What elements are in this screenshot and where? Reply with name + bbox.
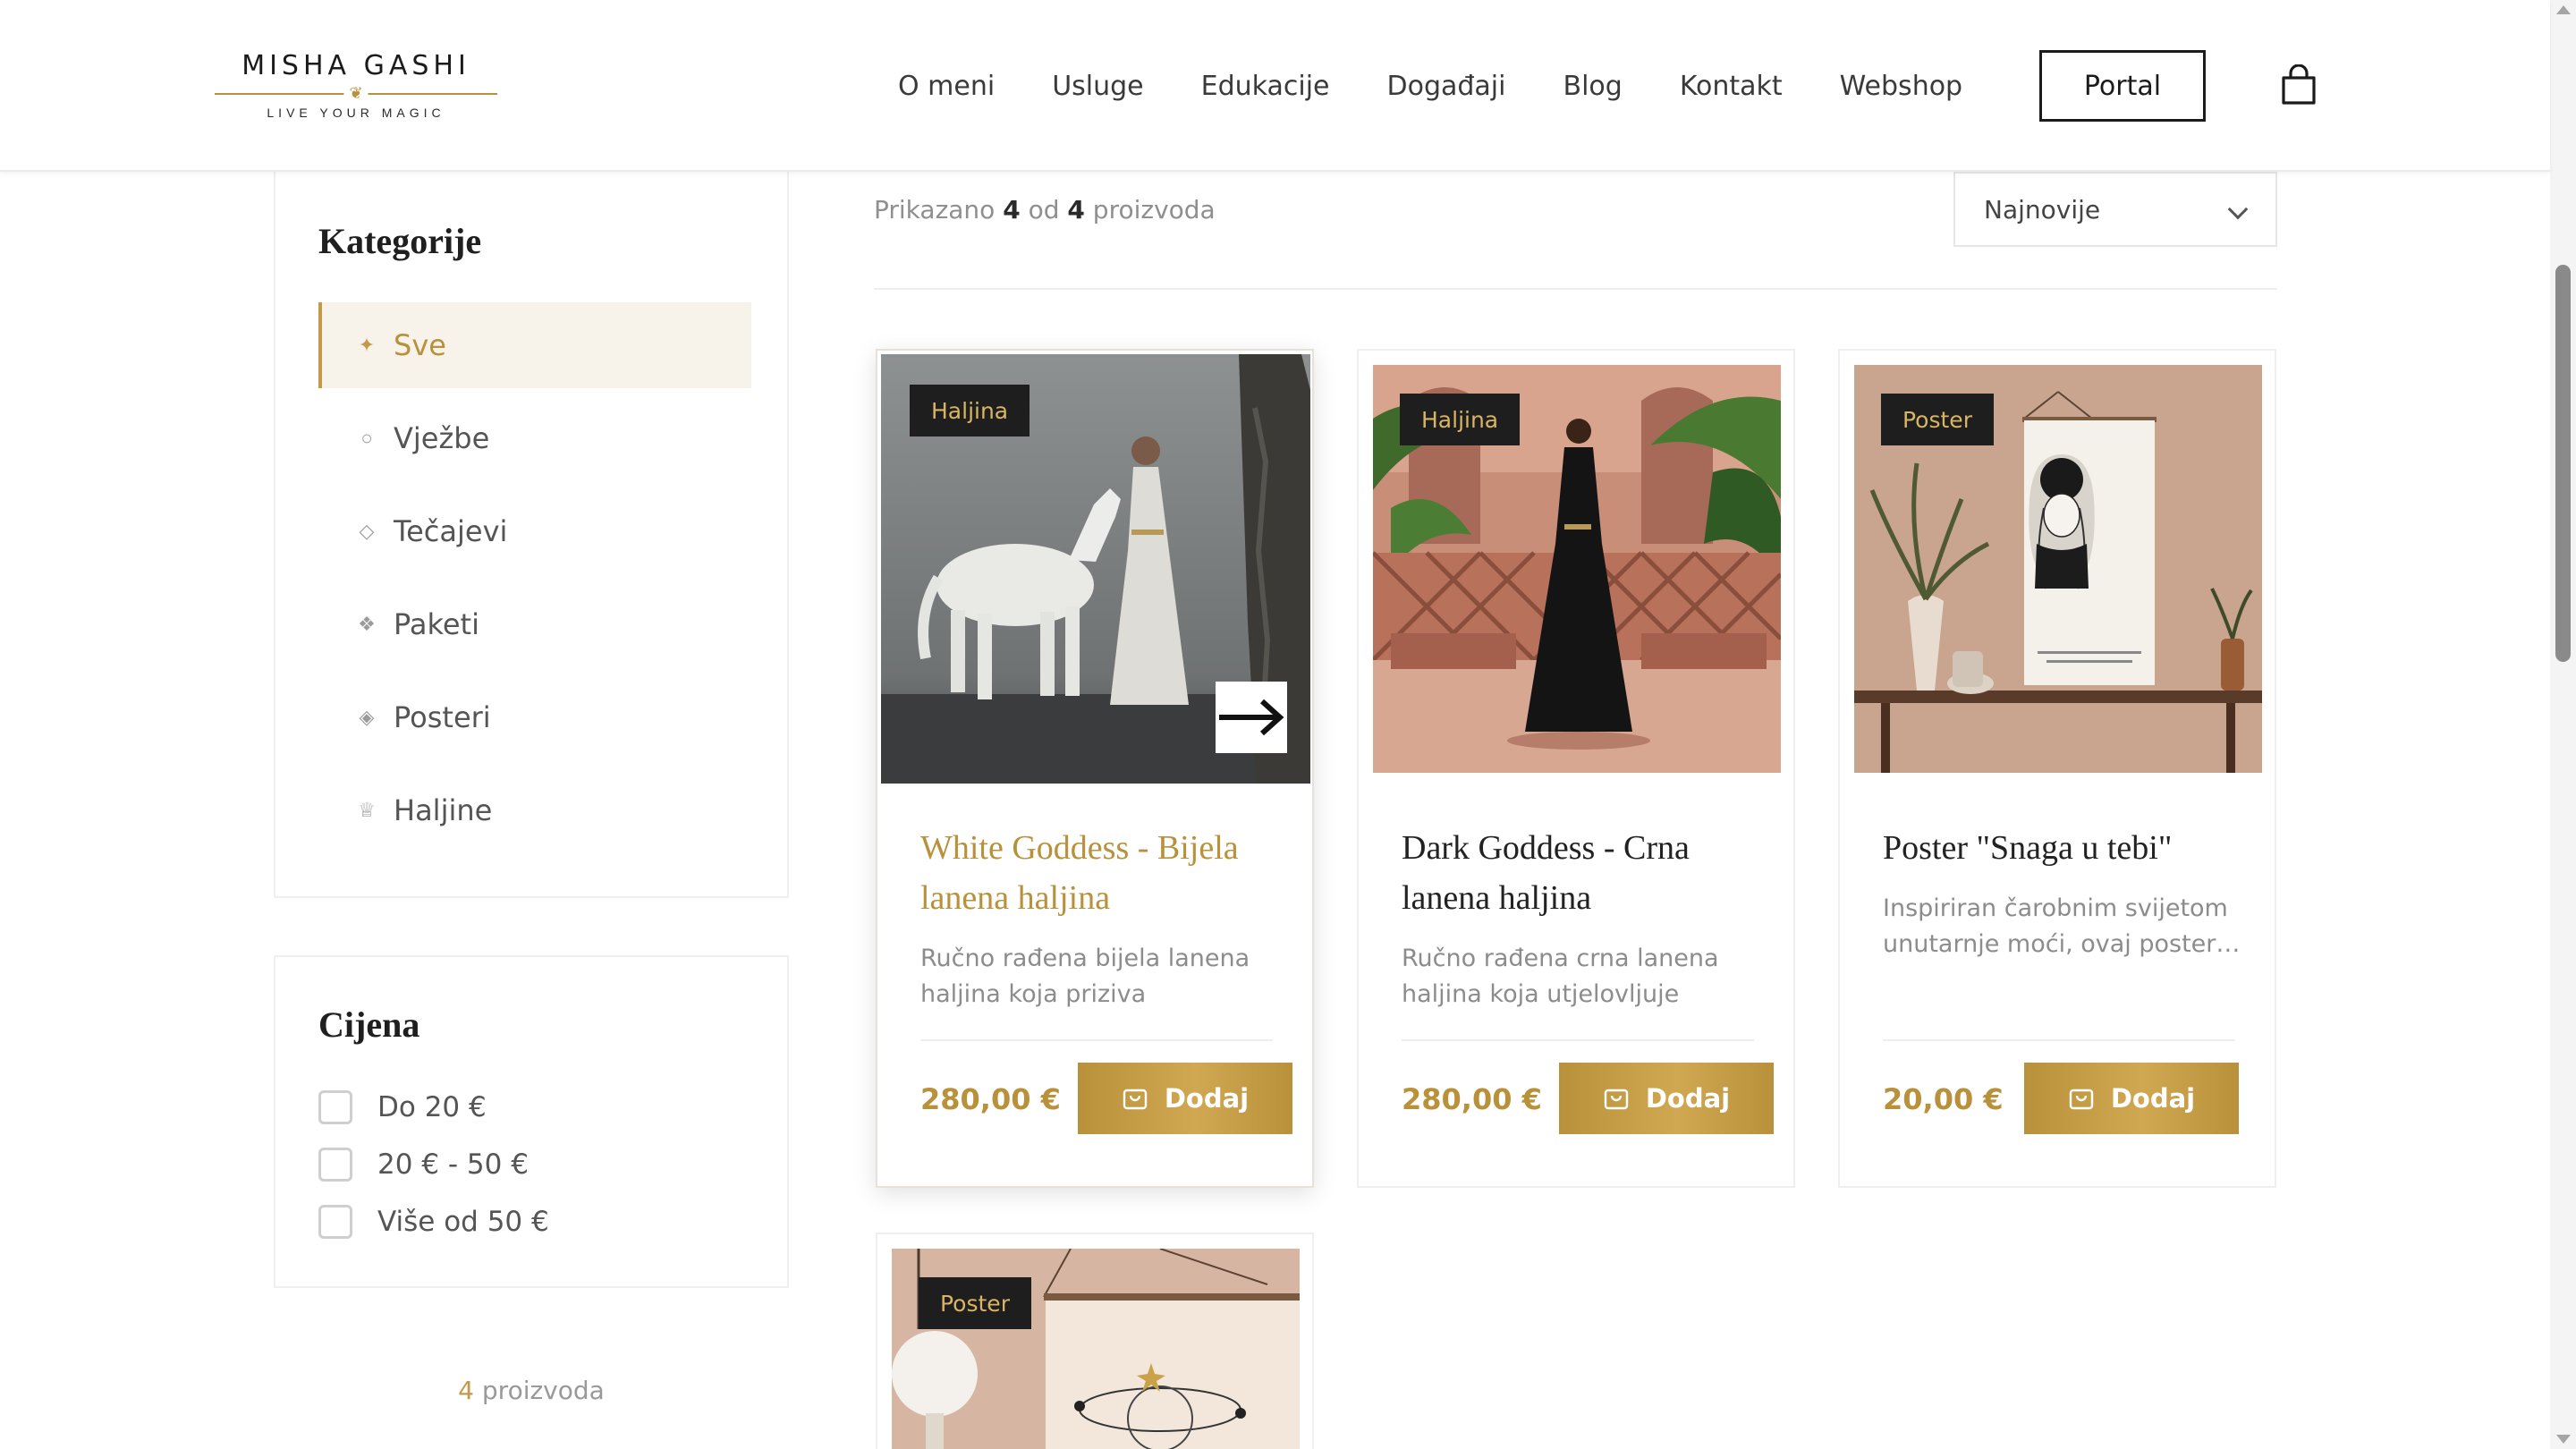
category-label: Sve [394, 328, 446, 362]
result-count: Prikazano 4 od 4 proizvoda [874, 195, 1216, 225]
logo-tagline: LIVE YOUR MAGIC [267, 106, 445, 120]
price-checkbox[interactable] [318, 1090, 352, 1124]
category-item-tecajevi[interactable]: ◇ Tečajevi [318, 488, 751, 574]
product-price: 280,00 € [920, 1082, 1061, 1116]
logo-divider: ❦ [215, 84, 497, 102]
category-label: Posteri [394, 700, 491, 734]
add-to-cart-label: Dodaj [1164, 1083, 1250, 1114]
product-card-poster-snaga[interactable]: Poster Poster "Snaga u tebi" Inspiriran … [1838, 349, 2276, 1188]
sidebar-product-count: 4 proizvoda [274, 1376, 789, 1405]
site-header: MISHA GASHI ❦ LIVE YOUR MAGIC O meni Usl… [0, 0, 2550, 172]
category-badge: Haljina [1400, 394, 1521, 445]
categories-heading: Kategorije [318, 221, 482, 261]
chevron-down-icon [2227, 199, 2249, 220]
scroll-down-arrow-icon[interactable] [2556, 1435, 2571, 1444]
product-title[interactable]: Poster "Snaga u tebi" [1883, 823, 2250, 873]
category-item-vjezbe[interactable]: ○ Vježbe [318, 395, 751, 481]
price-option-20-50[interactable]: 20 € - 50 € [318, 1147, 529, 1182]
nav-item-edukacije[interactable]: Edukacije [1201, 71, 1330, 102]
nav-item-usluge[interactable]: Usluge [1052, 71, 1143, 102]
sort-select[interactable]: Najnovije [1953, 172, 2277, 247]
product-image[interactable]: Haljina [1373, 365, 1781, 773]
category-item-paketi[interactable]: ❖ Paketi [318, 581, 751, 667]
price-option-label: Do 20 € [377, 1091, 487, 1123]
add-to-cart-button[interactable]: Dodaj [1559, 1063, 1774, 1134]
add-to-cart-label: Dodaj [2110, 1083, 2196, 1114]
card-divider [1402, 1039, 1754, 1041]
add-to-cart-button[interactable]: Dodaj [2024, 1063, 2239, 1134]
category-label: Tečajevi [394, 514, 508, 548]
cart-icon [1604, 1089, 1629, 1110]
add-to-cart-button[interactable]: Dodaj [1078, 1063, 1292, 1134]
price-option-over-50[interactable]: Više od 50 € [318, 1204, 549, 1240]
result-count-shown: 4 [1003, 195, 1021, 225]
main-nav: O meni Usluge Edukacije Događaji Blog Ko… [898, 63, 1962, 109]
site-logo[interactable]: MISHA GASHI ❦ LIVE YOUR MAGIC [215, 50, 497, 131]
category-item-posteri[interactable]: ◈ Posteri [318, 674, 751, 760]
category-badge: Poster [919, 1277, 1031, 1329]
price-checkbox[interactable] [318, 1148, 352, 1182]
crown-icon: ♕ [358, 799, 376, 821]
price-option-label: 20 € - 50 € [377, 1148, 529, 1181]
price-filter-panel: Cijena Do 20 € 20 € - 50 € Više od 50 € [274, 955, 789, 1288]
card-divider [1883, 1039, 2235, 1041]
product-title[interactable]: Dark Goddess - Crna lanena haljina [1402, 823, 1768, 923]
scroll-up-arrow-icon[interactable] [2556, 5, 2571, 14]
logo-name: MISHA GASHI [242, 50, 470, 81]
product-title[interactable]: White Goddess - Bijela lanena haljina [920, 823, 1287, 923]
result-count-suffix: proizvoda [1092, 195, 1216, 225]
nav-item-blog[interactable]: Blog [1563, 71, 1622, 102]
product-image[interactable]: Poster [892, 1249, 1300, 1449]
portal-button[interactable]: Portal [2039, 50, 2206, 122]
diamond-dot-icon: ◈ [359, 706, 375, 728]
toolbar-divider [874, 288, 2277, 290]
result-count-prefix: Prikazano [874, 195, 996, 225]
price-option-under-20[interactable]: Do 20 € [318, 1089, 487, 1125]
product-count-label: proizvoda [481, 1376, 605, 1405]
product-image[interactable]: Poster [1854, 365, 2262, 773]
card-divider [920, 1039, 1273, 1041]
sparkle-icon: ✦ [358, 334, 376, 356]
nav-item-dogadaji[interactable]: Događaji [1387, 71, 1506, 102]
diamond-icon: ◇ [359, 520, 375, 542]
cart-icon [2069, 1089, 2094, 1110]
category-item-sve[interactable]: ✦ Sve [318, 302, 751, 388]
nav-item-kontakt[interactable]: Kontakt [1680, 71, 1783, 102]
product-card-dark-goddess[interactable]: Haljina Dark Goddess - Crna lanena halji… [1357, 349, 1795, 1188]
fleur-ornament-icon: ❦ [343, 84, 369, 102]
product-count-number: 4 [458, 1376, 474, 1405]
category-label: Paketi [394, 607, 479, 641]
scrollbar-thumb[interactable] [2555, 265, 2571, 662]
category-label: Vježbe [394, 421, 490, 455]
product-card-white-goddess[interactable]: Haljina White Goddess - Bijela lanena ha… [876, 349, 1314, 1188]
nav-item-webshop[interactable]: Webshop [1840, 71, 1962, 102]
category-badge: Poster [1881, 394, 1994, 445]
category-filter-panel: Kategorije ✦ Sve ○ Vježbe ◇ Tečajevi ❖ P… [274, 170, 789, 898]
product-description: Inspiriran čarobnim svijetom unutarnje m… [1883, 894, 2241, 958]
four-diamonds-icon: ❖ [358, 613, 376, 635]
category-label: Haljine [394, 793, 493, 827]
product-image[interactable]: Haljina [881, 354, 1310, 784]
result-count-total: 4 [1067, 195, 1085, 225]
price-checkbox[interactable] [318, 1205, 352, 1239]
product-description: Ručno rađena bijela lanena haljina koja … [920, 945, 1250, 1008]
shopping-bag-icon[interactable] [2281, 64, 2317, 106]
category-item-haljine[interactable]: ♕ Haljine [318, 767, 751, 853]
price-heading: Cijena [318, 1004, 420, 1045]
product-price: 20,00 € [1883, 1082, 2004, 1116]
price-option-label: Više od 50 € [377, 1206, 549, 1238]
circle-icon: ○ [360, 427, 373, 449]
nav-item-o-meni[interactable]: O meni [898, 71, 995, 102]
product-price: 280,00 € [1402, 1082, 1542, 1116]
page-scrollbar[interactable] [2550, 0, 2576, 1449]
result-count-of: od [1028, 195, 1060, 225]
add-to-cart-label: Dodaj [1645, 1083, 1731, 1114]
sort-selected-value: Najnovije [1984, 194, 2101, 225]
cart-icon [1123, 1089, 1148, 1110]
category-badge: Haljina [910, 385, 1030, 436]
product-card-poster-2[interactable]: Poster [876, 1233, 1314, 1449]
arrow-right-icon[interactable] [1216, 682, 1287, 753]
product-description: Ručno rađena crna lanena haljina koja ut… [1402, 945, 1719, 1008]
